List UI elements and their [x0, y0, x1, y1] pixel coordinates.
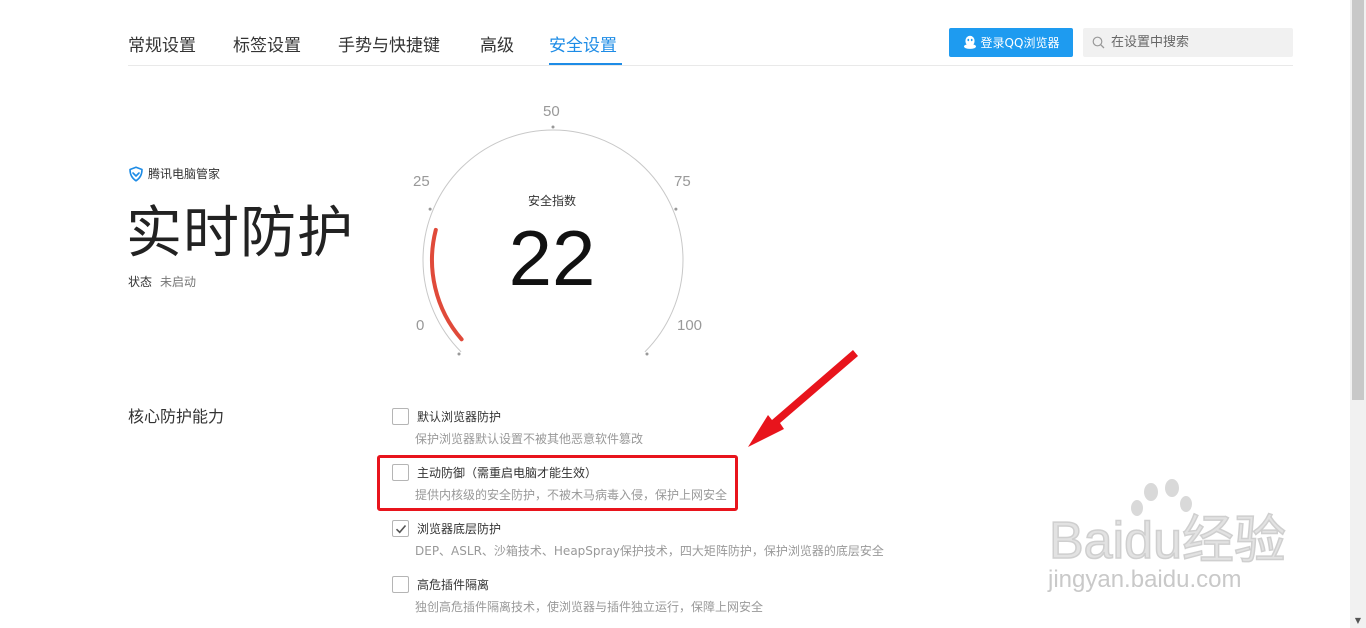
gauge-tick-dot	[428, 207, 432, 211]
shield-icon	[129, 165, 143, 182]
checkbox-default-browser-protection[interactable]	[392, 408, 409, 425]
tab-general[interactable]: 常规设置	[128, 31, 196, 56]
scroll-down-arrow-icon[interactable]: ▼	[1350, 612, 1366, 628]
login-qq-browser-button[interactable]: 登录QQ浏览器	[949, 28, 1073, 57]
search-icon	[1092, 36, 1105, 49]
checkbox-high-risk-plugin-isolation[interactable]	[392, 576, 409, 593]
gauge-score-arc	[430, 227, 464, 342]
checkmark-icon	[395, 524, 406, 533]
option-description: 保护浏览器默认设置不被其他恶意软件篡改	[415, 432, 644, 446]
tab-tabs[interactable]: 标签设置	[233, 31, 301, 56]
search-input[interactable]	[1111, 35, 1291, 50]
gauge-tick-25: 25	[413, 173, 430, 190]
option-label: 浏览器底层防护	[417, 522, 502, 536]
gauge-tick-50: 50	[543, 103, 560, 120]
gauge-tick-dot	[551, 125, 555, 129]
protection-status: 状态 未启动	[128, 273, 196, 290]
brand-name: 腾讯电脑管家	[148, 167, 221, 181]
gauge-tick-75: 75	[674, 173, 691, 190]
gauge-tick-dot	[674, 207, 678, 211]
tab-gestures-shortcuts[interactable]: 手势与快捷键	[338, 31, 440, 56]
tab-security[interactable]: 安全设置	[549, 31, 617, 56]
security-score: 22	[508, 214, 596, 302]
tencent-pc-manager-brand: 腾讯电脑管家	[128, 165, 220, 182]
gauge-tick-dot	[645, 352, 649, 356]
watermark-url: jingyan.baidu.com	[1048, 566, 1242, 593]
gauge-tick-dot	[457, 352, 461, 356]
status-value: 未启动	[160, 275, 197, 289]
core-protection-title: 核心防护能力	[128, 407, 225, 426]
annotation-highlight-box	[377, 455, 738, 511]
scrollbar-thumb[interactable]	[1352, 0, 1364, 400]
qq-penguin-icon	[963, 35, 976, 49]
login-button-label: 登录QQ浏览器	[980, 36, 1060, 50]
option-label: 默认浏览器防护	[417, 410, 502, 424]
gauge-tick-0: 0	[416, 317, 425, 334]
checkbox-browser-low-level-protection[interactable]	[392, 520, 409, 537]
active-tab-indicator	[549, 63, 622, 65]
tab-advanced[interactable]: 高级	[480, 31, 514, 56]
settings-search[interactable]	[1083, 28, 1293, 57]
option-description: DEP、ASLR、沙箱技术、HeapSpray保护技术，四大矩阵防护，保护浏览器…	[415, 544, 884, 558]
annotation-arrow-icon	[748, 350, 858, 447]
page-title: 实时防护	[126, 201, 354, 266]
settings-page: 常规设置 标签设置 手势与快捷键 高级 安全设置 登录QQ浏览器 腾讯电脑管家 …	[0, 0, 1366, 628]
status-label: 状态	[128, 275, 153, 289]
gauge-tick-100: 100	[677, 317, 703, 334]
svg-text:Baidu经验: Baidu经验	[1049, 512, 1286, 570]
gauge-label: 安全指数	[527, 194, 576, 208]
option-label: 高危插件隔离	[417, 578, 490, 592]
option-description: 独创高危插件隔离技术，使浏览器与插件独立运行，保障上网安全	[415, 600, 764, 614]
security-gauge: 0 25 50 75 100 安全指数 22	[390, 95, 720, 356]
